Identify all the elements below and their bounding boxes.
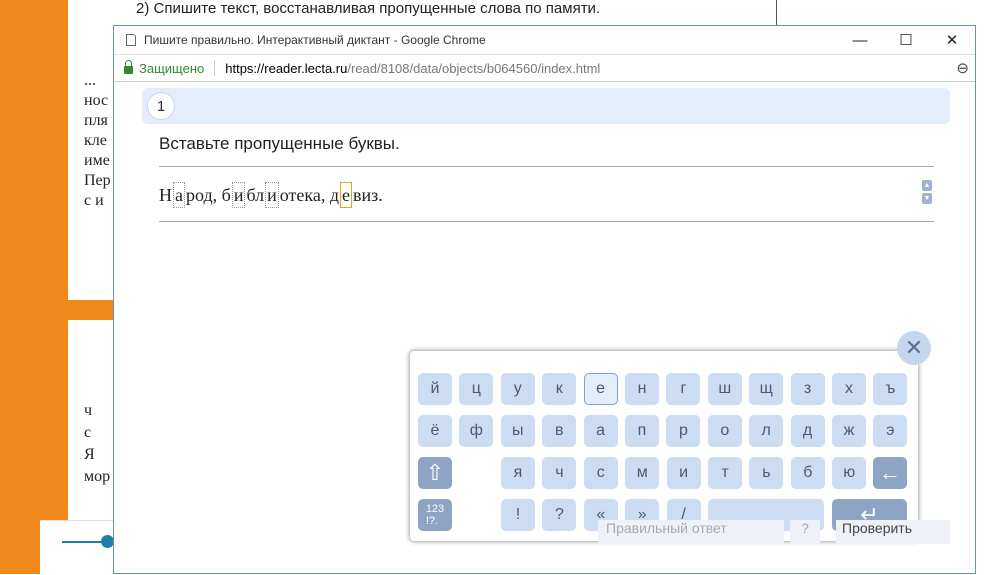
key-ы[interactable]: ы (500, 415, 535, 447)
key-п[interactable]: п (625, 415, 659, 447)
book-text-line: нос (84, 92, 109, 109)
url-host: https://reader.lecta.ru (225, 60, 348, 76)
key-л[interactable]: л (749, 415, 784, 447)
key-с[interactable]: с (583, 457, 618, 489)
key-щ[interactable]: щ (749, 373, 784, 405)
key-т[interactable]: т (708, 457, 742, 489)
virtual-keyboard: й ц у к е н г ш щ з х ъ ё ф ы в а п р о л д ж э ⇧ я ч с м и т ь б ю ← 123 !… (409, 350, 919, 542)
close-window-button[interactable]: ✕ (929, 26, 975, 54)
book-text-line: кле (84, 132, 107, 149)
book-text-line: с и (84, 192, 104, 209)
divider-bottom (159, 221, 934, 222)
key-з[interactable]: з (790, 373, 825, 405)
spin-down-icon[interactable]: ▼ (922, 193, 932, 204)
key-к[interactable]: к (542, 373, 577, 405)
book-instruction: 2) Спишите текст, восстанавливая пропуще… (136, 0, 601, 17)
book-text-line: мор (84, 468, 111, 485)
address-bar[interactable]: Защищено https://reader.lecta.ru/read/81… (114, 54, 975, 82)
letter-gap[interactable]: и (231, 182, 246, 208)
book-text-line: ч (84, 402, 93, 419)
shift-key-icon[interactable]: ⇧ (418, 457, 452, 489)
key-а[interactable]: а (583, 415, 618, 447)
question-header: 1 (142, 88, 950, 124)
spin-up-icon[interactable]: ▲ (922, 180, 932, 191)
show-answer-button[interactable]: Правильный ответ (598, 520, 784, 544)
key-б[interactable]: б (790, 457, 825, 489)
key-ё[interactable]: ё (418, 415, 452, 447)
exercise-content: 1 Вставьте пропущенные буквы. На род, биб… (114, 82, 975, 574)
page-margin-left (0, 0, 68, 574)
backspace-key-icon[interactable]: ← (873, 457, 907, 489)
chrome-popup-window: Пишите правильно. Интерактивный диктант … (113, 25, 976, 574)
key-symbol[interactable]: ? (542, 499, 577, 531)
divider-top (159, 166, 934, 167)
sentence-text: виз. (353, 184, 383, 205)
key-н[interactable]: н (625, 373, 659, 405)
question-number: 1 (147, 92, 175, 120)
numbers-key[interactable]: 123 !?. (418, 499, 452, 531)
letter-gap[interactable]: а (173, 182, 185, 208)
zoom-icon[interactable]: ⊖ (956, 59, 969, 77)
title-bar: Пишите правильно. Интерактивный диктант … (114, 26, 975, 54)
keyboard-close-icon[interactable]: ✕ (897, 331, 931, 365)
book-text-line: с (84, 424, 92, 441)
letter-gap[interactable]: е (340, 182, 353, 208)
key-ч[interactable]: ч (542, 457, 577, 489)
key-symbol[interactable]: ! (501, 499, 535, 531)
lock-icon (124, 60, 133, 74)
key-ф[interactable]: ф (459, 415, 494, 447)
help-button[interactable]: ? (790, 520, 820, 544)
key-р[interactable]: р (666, 415, 701, 447)
key-о[interactable]: о (707, 415, 742, 447)
address-divider (214, 60, 216, 76)
key-я[interactable]: я (501, 457, 535, 489)
key-ц[interactable]: ц (459, 373, 494, 405)
book-text-line: Я (84, 446, 95, 463)
sentence-text: бл (246, 184, 265, 205)
sentence-text: отека, д (279, 184, 340, 205)
key-и[interactable]: и (666, 457, 701, 489)
minimize-button[interactable]: — (837, 26, 883, 54)
progress-slider-track[interactable] (62, 541, 104, 543)
window-title: Пишите правильно. Интерактивный диктант … (144, 33, 486, 47)
secure-label: Защищено (139, 60, 205, 76)
key-ъ[interactable]: ъ (873, 373, 908, 405)
exercise-prompt: Вставьте пропущенные буквы. (159, 134, 400, 153)
sentence-text: род, б (186, 184, 231, 205)
key-д[interactable]: д (790, 415, 825, 447)
key-ю[interactable]: ю (832, 457, 867, 489)
url-path: /read/8108/data/objects/b064560/index.ht… (347, 60, 601, 76)
gap-spinner[interactable]: ▲ ▼ (922, 180, 933, 206)
key-е[interactable]: е (583, 373, 618, 405)
key-х[interactable]: х (832, 373, 866, 405)
key-ж[interactable]: ж (832, 415, 866, 447)
book-text-line: пля (84, 112, 108, 129)
url-text[interactable]: https://reader.lecta.ru/read/8108/data/o… (225, 61, 600, 76)
book-text-line: име (84, 152, 110, 169)
key-у[interactable]: у (500, 373, 535, 405)
key-г[interactable]: г (666, 373, 701, 405)
key-й[interactable]: й (418, 373, 452, 405)
book-text-line: ... (84, 72, 96, 89)
key-в[interactable]: в (542, 415, 577, 447)
page-icon (126, 34, 136, 46)
book-text-line: Пер (84, 172, 111, 189)
maximize-button[interactable]: ☐ (883, 26, 929, 54)
key-ь[interactable]: ь (749, 457, 784, 489)
check-button[interactable]: Проверить (836, 520, 950, 544)
sentence-text: Н (159, 184, 172, 205)
key-ш[interactable]: ш (707, 373, 742, 405)
key-э[interactable]: э (873, 415, 908, 447)
exercise-sentence: На род, б и бл и отека, д е виз. (159, 182, 383, 208)
key-м[interactable]: м (625, 457, 660, 489)
letter-gap[interactable]: и (265, 182, 279, 208)
